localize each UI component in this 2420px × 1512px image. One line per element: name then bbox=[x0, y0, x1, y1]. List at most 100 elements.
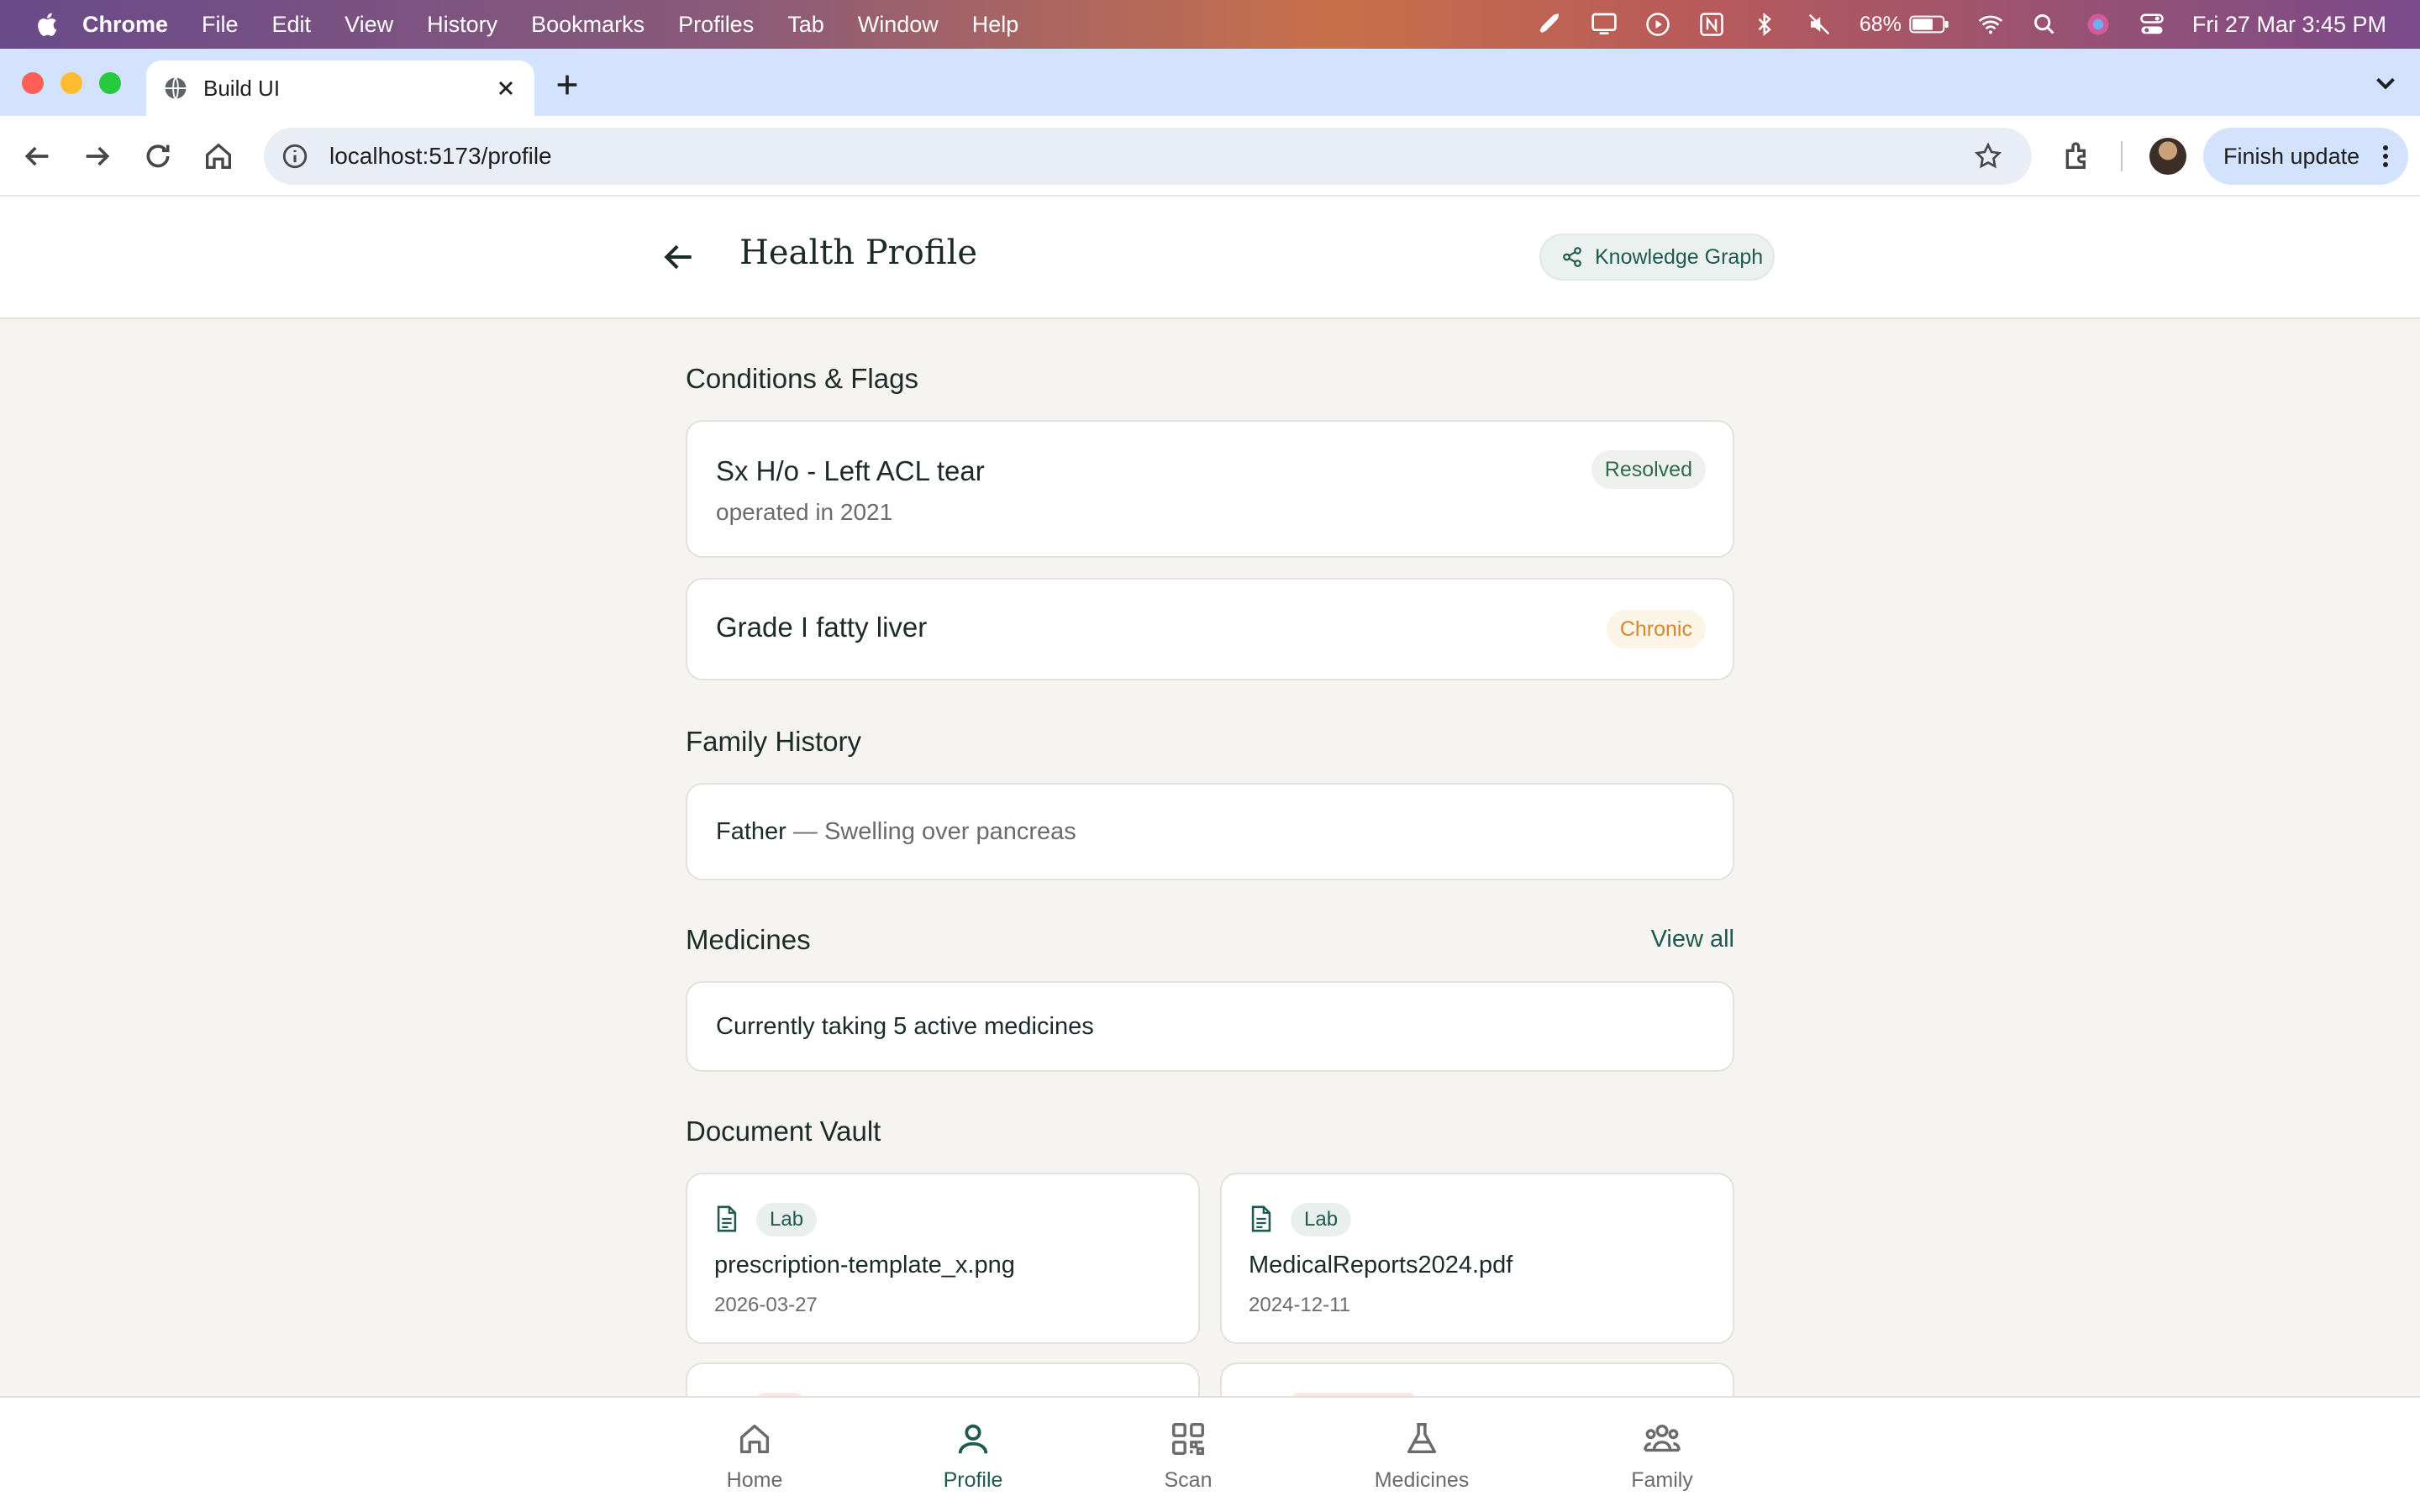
conditions-section-title: Conditions & Flags bbox=[686, 363, 918, 394]
nav-medicines-label: Medicines bbox=[1374, 1468, 1470, 1492]
rocket-icon[interactable] bbox=[1537, 11, 1564, 38]
app-header: Health Profile Knowledge Graph bbox=[0, 197, 2420, 319]
menu-file[interactable]: File bbox=[202, 12, 239, 38]
condition-card[interactable]: Sx H/o - Left ACL tear operated in 2021 … bbox=[686, 420, 1734, 558]
battery-icon[interactable] bbox=[1908, 11, 1950, 38]
family-relation: Father bbox=[716, 818, 786, 845]
control-center-icon[interactable] bbox=[2139, 11, 2165, 38]
bluetooth-icon[interactable] bbox=[1752, 11, 1779, 38]
view-all-medicines-link[interactable]: View all bbox=[1651, 926, 1734, 953]
home-icon[interactable] bbox=[202, 139, 235, 173]
finish-update-button[interactable]: Finish update bbox=[2203, 128, 2408, 185]
condition-detail: operated in 2021 bbox=[716, 499, 893, 525]
menu-edit[interactable]: Edit bbox=[272, 12, 312, 38]
nav-profile[interactable]: Profile bbox=[906, 1420, 1040, 1493]
wifi-icon[interactable] bbox=[1977, 11, 2004, 38]
url-text[interactable]: localhost:5173/profile bbox=[329, 143, 552, 170]
back-icon[interactable] bbox=[20, 139, 54, 173]
knowledge-graph-button[interactable]: Knowledge Graph bbox=[1539, 234, 1775, 281]
nav-profile-label: Profile bbox=[943, 1468, 1003, 1492]
siri-icon[interactable] bbox=[2085, 11, 2112, 38]
window-close-button[interactable] bbox=[22, 72, 44, 94]
user-icon bbox=[958, 1424, 988, 1454]
toolbar-divider bbox=[2121, 141, 2123, 171]
nav-scan[interactable]: Scan bbox=[1121, 1420, 1255, 1493]
avatar[interactable] bbox=[2149, 138, 2186, 175]
document-name: prescription-template_x.png bbox=[714, 1252, 1015, 1278]
nav-family[interactable]: Family bbox=[1595, 1420, 1729, 1493]
menu-history[interactable]: History bbox=[427, 12, 497, 38]
browser-tab[interactable]: Build UI bbox=[146, 60, 534, 116]
window-minimize-button[interactable] bbox=[60, 72, 82, 94]
address-bar[interactable]: localhost:5173/profile bbox=[264, 128, 2032, 185]
qr-scan-icon bbox=[1172, 1423, 1204, 1455]
chrome-tab-strip: Build UI bbox=[0, 49, 2420, 116]
document-tag: Lab bbox=[756, 1203, 818, 1236]
chrome-toolbar: localhost:5173/profile Finish update bbox=[0, 116, 2420, 197]
display-icon[interactable] bbox=[1591, 11, 1618, 38]
family-condition: — Swelling over pancreas bbox=[786, 818, 1076, 845]
reload-icon[interactable] bbox=[141, 139, 175, 173]
nav-home[interactable]: Home bbox=[687, 1420, 822, 1493]
home-icon bbox=[739, 1424, 770, 1454]
battery-percent: 68% bbox=[1859, 12, 1902, 36]
medicines-section-title: Medicines bbox=[686, 924, 811, 955]
menu-tab[interactable]: Tab bbox=[787, 12, 824, 38]
notion-icon[interactable] bbox=[1698, 11, 1725, 38]
condition-name: Sx H/o - Left ACL tear bbox=[716, 455, 985, 486]
extensions-icon[interactable] bbox=[2060, 139, 2094, 173]
family-history-section-title: Family History bbox=[686, 726, 862, 757]
nav-medicines[interactable]: Medicines bbox=[1355, 1420, 1489, 1493]
bottom-navigation: Home Profile Scan Medicines Family bbox=[0, 1396, 2420, 1512]
document-icon bbox=[1251, 1205, 1271, 1232]
medicines-summary-card[interactable]: Currently taking 5 active medicines bbox=[686, 981, 1734, 1072]
close-icon[interactable] bbox=[494, 76, 518, 100]
nav-family-label: Family bbox=[1631, 1468, 1693, 1492]
family-history-card[interactable]: Father — Swelling over pancreas bbox=[686, 783, 1734, 880]
document-card[interactable]: Lab MedicalReports2024.pdf 2024-12-11 bbox=[1220, 1173, 1734, 1344]
condition-card[interactable]: Grade I fatty liver Chronic bbox=[686, 578, 1734, 680]
more-vert-icon[interactable] bbox=[2381, 144, 2390, 169]
new-tab-icon[interactable] bbox=[553, 71, 581, 99]
back-arrow-icon[interactable] bbox=[660, 239, 697, 276]
bookmark-star-icon[interactable] bbox=[1973, 141, 2003, 171]
tab-title: Build UI bbox=[203, 75, 281, 101]
globe-icon bbox=[165, 76, 187, 100]
menu-view[interactable]: View bbox=[345, 12, 393, 38]
search-icon[interactable] bbox=[2031, 11, 2058, 38]
macos-menubar: Chrome File Edit View History Bookmarks … bbox=[0, 0, 2420, 49]
condition-name: Grade I fatty liver bbox=[716, 612, 928, 643]
window-zoom-button[interactable] bbox=[99, 72, 121, 94]
chevron-down-icon[interactable] bbox=[2370, 67, 2402, 99]
document-tag: Lab bbox=[1291, 1203, 1352, 1236]
document-date: 2024-12-11 bbox=[1249, 1294, 1350, 1316]
page-title: Health Profile bbox=[739, 234, 978, 272]
menu-app-name[interactable]: Chrome bbox=[82, 12, 168, 38]
apple-icon[interactable] bbox=[34, 11, 59, 38]
document-card[interactable]: Lab prescription-template_x.png 2026-03-… bbox=[686, 1173, 1200, 1344]
share-nodes-icon bbox=[1563, 247, 1581, 267]
family-icon bbox=[1644, 1424, 1681, 1452]
document-name: MedicalReports2024.pdf bbox=[1249, 1252, 1513, 1278]
document-icon bbox=[717, 1205, 737, 1232]
menubar-clock[interactable]: Fri 27 Mar 3:45 PM bbox=[2192, 12, 2386, 38]
medicines-summary: Currently taking 5 active medicines bbox=[716, 1013, 1094, 1040]
menu-profiles[interactable]: Profiles bbox=[678, 12, 754, 38]
document-date: 2026-03-27 bbox=[714, 1294, 818, 1316]
menu-window[interactable]: Window bbox=[858, 12, 939, 38]
nav-home-label: Home bbox=[726, 1468, 783, 1492]
site-info-icon[interactable] bbox=[281, 142, 309, 171]
finish-update-label: Finish update bbox=[2223, 143, 2360, 169]
menu-help[interactable]: Help bbox=[972, 12, 1019, 38]
family-history-entry: Father — Swelling over pancreas bbox=[716, 818, 1076, 846]
play-circle-icon[interactable] bbox=[1644, 11, 1671, 38]
document-vault-section-title: Document Vault bbox=[686, 1116, 881, 1147]
mute-icon[interactable] bbox=[1806, 11, 1833, 38]
forward-icon[interactable] bbox=[81, 139, 114, 173]
knowledge-graph-label: Knowledge Graph bbox=[1595, 244, 1764, 269]
menu-bookmarks[interactable]: Bookmarks bbox=[531, 12, 644, 38]
status-badge-chronic: Chronic bbox=[1606, 610, 1706, 648]
flask-icon bbox=[1407, 1423, 1437, 1454]
nav-scan-label: Scan bbox=[1164, 1468, 1213, 1492]
status-badge-resolved: Resolved bbox=[1591, 450, 1706, 489]
